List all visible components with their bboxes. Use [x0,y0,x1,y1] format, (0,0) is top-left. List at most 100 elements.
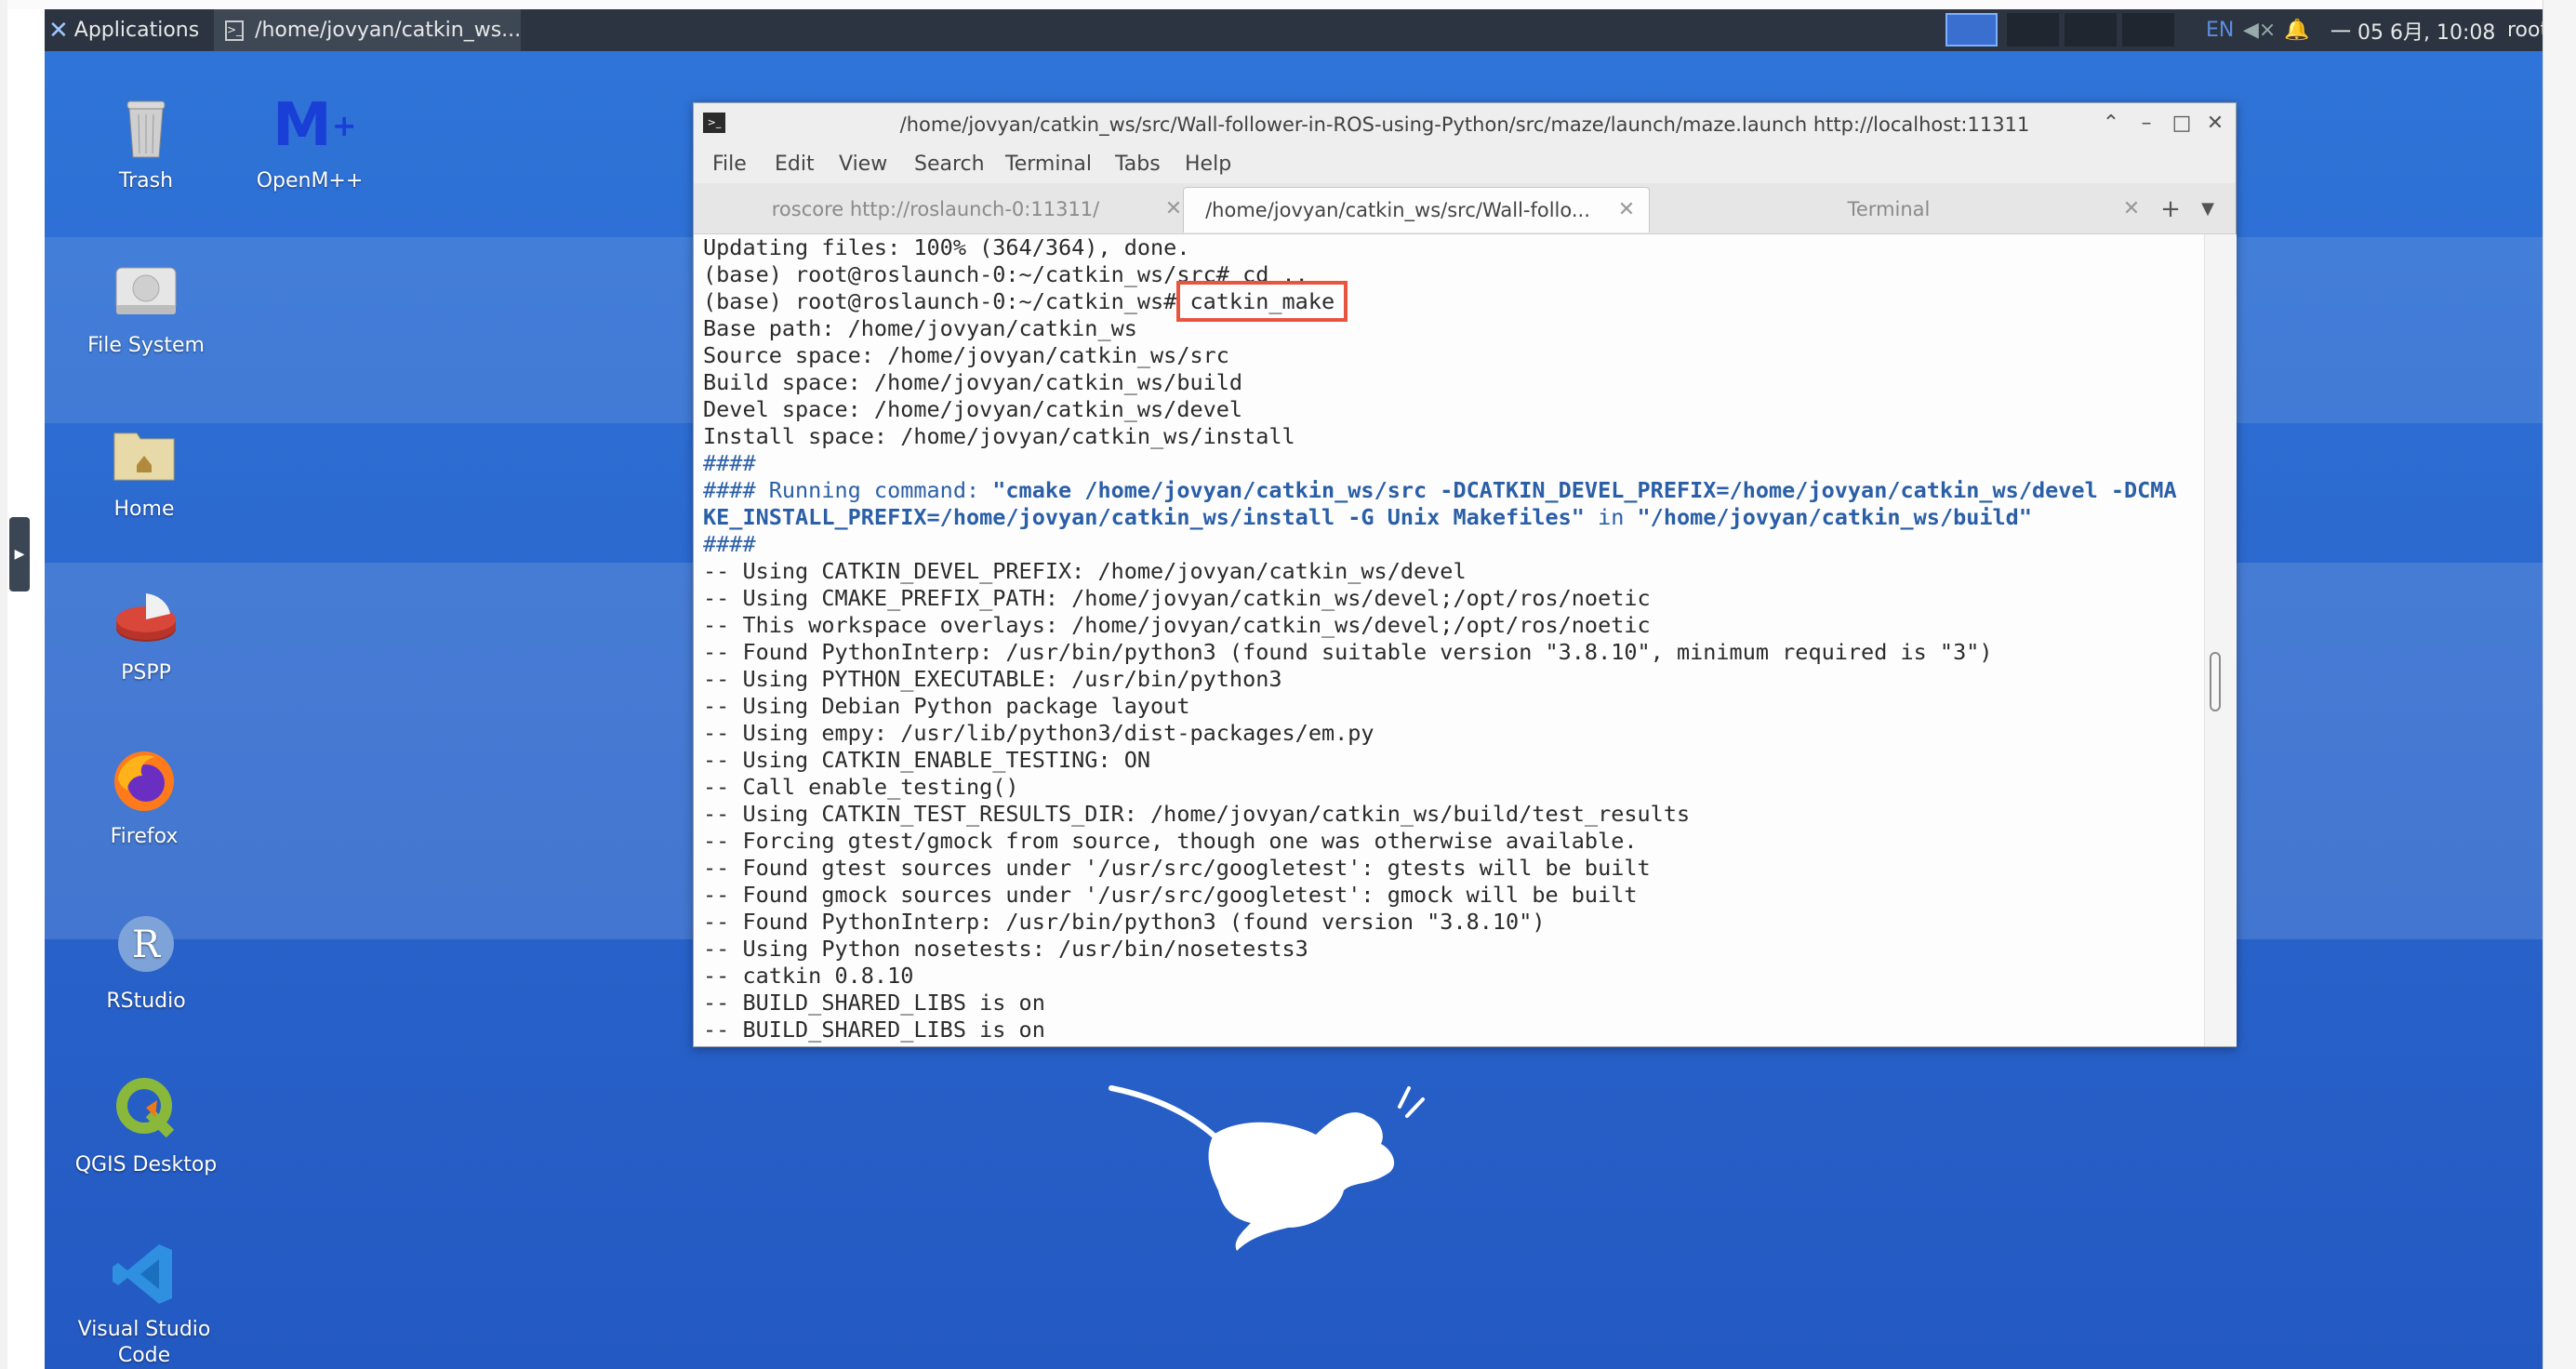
workspace-1[interactable] [1945,13,1998,47]
terminal-line: Build space: /home/jovyan/catkin_ws/buil… [703,369,1243,395]
menu-bar: File Edit View Search Terminal Tabs Help [694,146,2236,183]
tab-close-icon[interactable]: ✕ [1162,187,1185,232]
tab-roscore[interactable]: roscore http://roslaunch-0:11311/ ✕ [712,187,1196,232]
terminal-line: Updating files: 100% (364/364), done. [703,234,1190,260]
desktop-icon-vscode[interactable]: Visual Studio Code [60,1237,228,1369]
desktop-icon-openm[interactable]: M+ OpenM++ [226,88,393,194]
terminal-line: -- Using CATKIN_DEVEL_PREFIX: /home/jovy… [703,558,1467,584]
terminal-line: -- Call enable_testing() [703,774,1019,800]
window-minimize-button[interactable]: – [2133,111,2159,137]
terminal-window[interactable]: >_ /home/jovyan/catkin_ws/src/Wall-follo… [693,102,2237,1047]
terminal-scrollbar-thumb[interactable] [2210,652,2221,711]
tab-close-icon[interactable]: ✕ [2120,187,2143,232]
desktop-icon-label: File System [87,334,205,357]
top-panel: ✕ Applications ⋮ >_ /home/jovyan/catkin_… [45,9,2548,51]
workspace-3[interactable] [2065,13,2117,47]
terminal-line: KE_INSTALL_PREFIX=/home/jovyan/catkin_ws… [703,504,2032,531]
window-title: /home/jovyan/catkin_ws/src/Wall-follower… [899,113,2030,136]
menu-search[interactable]: Search [914,146,985,183]
terminal-line: -- Using CATKIN_TEST_RESULTS_DIR: /home/… [703,801,1691,827]
workspace-4[interactable] [2122,13,2174,47]
tab-maze-launch[interactable]: /home/jovyan/catkin_ws/src/Wall-follo...… [1183,187,1650,233]
terminal-line: -- Forcing gtest/gmock from source, thou… [703,828,1638,854]
pspp-icon [109,580,183,655]
desktop-icon-label: Firefox [110,825,179,848]
running-command-label: #### Running command: [703,477,993,503]
tab-close-icon[interactable]: ✕ [1615,188,1638,233]
terminal-line: -- This workspace overlays: /home/jovyan… [703,612,1651,638]
terminal-line: Source space: /home/jovyan/catkin_ws/src [703,342,1229,368]
highlight-box [1176,281,1348,322]
vscode-icon [107,1237,181,1311]
bezel-right [2543,0,2576,1369]
firefox-icon [107,744,181,818]
terminal-line: -- Found gmock sources under '/usr/src/g… [703,882,1638,908]
desktop-icon-rstudio[interactable]: R RStudio [62,909,230,1015]
desktop-icon-pspp[interactable]: PSPP [62,580,230,686]
terminal-line: #### Running command: "cmake /home/jovya… [703,477,2177,504]
screen: ✕ Applications ⋮ >_ /home/jovyan/catkin_… [0,0,2576,1369]
terminal-line: Install space: /home/jovyan/catkin_ws/in… [703,423,1295,449]
xfce-logo-icon: ✕ [48,16,69,45]
applications-label: Applications [73,19,200,42]
menu-file[interactable]: File [712,146,747,183]
tab-terminal[interactable]: Terminal ✕ [1661,187,2154,232]
desktop-icon-label: Trash [118,169,174,193]
applications-menu[interactable]: ✕ Applications ⋮ [48,9,227,51]
terminal-line: -- BUILD_SHARED_LIBS is on [703,990,1045,1016]
tab-label: roscore http://roslaunch-0:11311/ [771,198,1100,220]
desktop-icon-trash[interactable]: Trash [62,88,230,194]
qgis-icon [109,1072,183,1147]
shell-prompt: (base) root@roslaunch-0:~/catkin_ws# [703,288,1190,314]
notification-bell-icon[interactable]: 🔔 [2284,9,2309,51]
cmake-command-text: KE_INSTALL_PREFIX=/home/jovyan/catkin_ws… [703,504,1585,530]
menu-help[interactable]: Help [1185,146,1231,183]
keyboard-layout-label: EN [2206,19,2235,42]
trash-icon [109,88,183,163]
build-dir-text: "/home/jovyan/catkin_ws/build" [1637,504,2032,530]
window-shade-button[interactable]: ⌃ [2098,111,2124,137]
clock-label: 一 05 6月, 10:08 [2330,20,2496,45]
desktop-icon-firefox[interactable]: Firefox [60,744,228,850]
xfce-mouse-logo [1102,1079,1446,1256]
volume-muted-icon[interactable]: ◀× [2243,9,2276,51]
menu-tabs[interactable]: Tabs [1115,146,1161,183]
openm-icon: M+ [272,91,357,160]
menu-terminal[interactable]: Terminal [1005,146,1092,183]
rstudio-icon: R [109,909,183,983]
new-tab-button[interactable]: + [2152,187,2189,232]
desktop-icon-file-system[interactable]: File System [62,253,230,359]
terminal-line: -- Using PYTHON_EXECUTABLE: /usr/bin/pyt… [703,666,1282,692]
tab-label: Terminal [1847,198,1931,220]
desktop-icon-label: OpenM++ [256,169,364,193]
desktop-icon-home[interactable]: Home [60,417,228,523]
terminal-line: -- Using Debian Python package layout [703,693,1190,719]
taskbar-terminal-button[interactable]: >_ /home/jovyan/catkin_ws... [214,9,521,51]
window-titlebar[interactable]: >_ /home/jovyan/catkin_ws/src/Wall-follo… [694,103,2236,147]
desktop-icon-label: QGIS Desktop [74,1153,218,1176]
menu-view[interactable]: View [839,146,887,183]
terminal-line: #### [703,531,756,557]
tab-bar: roscore http://roslaunch-0:11311/ ✕ /hom… [694,183,2236,234]
window-close-button[interactable]: ✕ [2202,111,2228,137]
home-folder-icon [107,417,181,491]
terminal-scrollbar[interactable] [2204,234,2237,1046]
window-maximize-button[interactable]: □ [2169,111,2195,137]
keyboard-layout-indicator[interactable]: EN [2206,9,2234,51]
desktop-icon-qgis[interactable]: QGIS Desktop [62,1072,230,1178]
terminal-line: -- BUILD_SHARED_LIBS is on [703,1017,1045,1043]
taskbar-task-label: /home/jovyan/catkin_ws... [255,19,522,42]
terminal-line: -- Using empy: /usr/lib/python3/dist-pac… [703,720,1374,746]
menu-edit[interactable]: Edit [775,146,815,183]
workspace-2[interactable] [2007,13,2059,47]
in-label: in [1584,504,1638,530]
side-panel-handle[interactable]: ▶ [9,517,30,591]
terminal-line: -- Found PythonInterp: /usr/bin/python3 … [703,639,1993,665]
tabs-dropdown-button[interactable]: ▼ [2189,187,2226,232]
clock[interactable]: 一 05 6月, 10:08 [2330,9,2495,51]
terminal-line: -- Using CATKIN_ENABLE_TESTING: ON [703,747,1151,773]
drive-icon [109,253,183,327]
desktop-icon-label: RStudio [106,990,186,1013]
terminal-output[interactable]: Updating files: 100% (364/364), done. (b… [694,234,2204,1046]
tab-label: /home/jovyan/catkin_ws/src/Wall-follo... [1205,199,1590,221]
